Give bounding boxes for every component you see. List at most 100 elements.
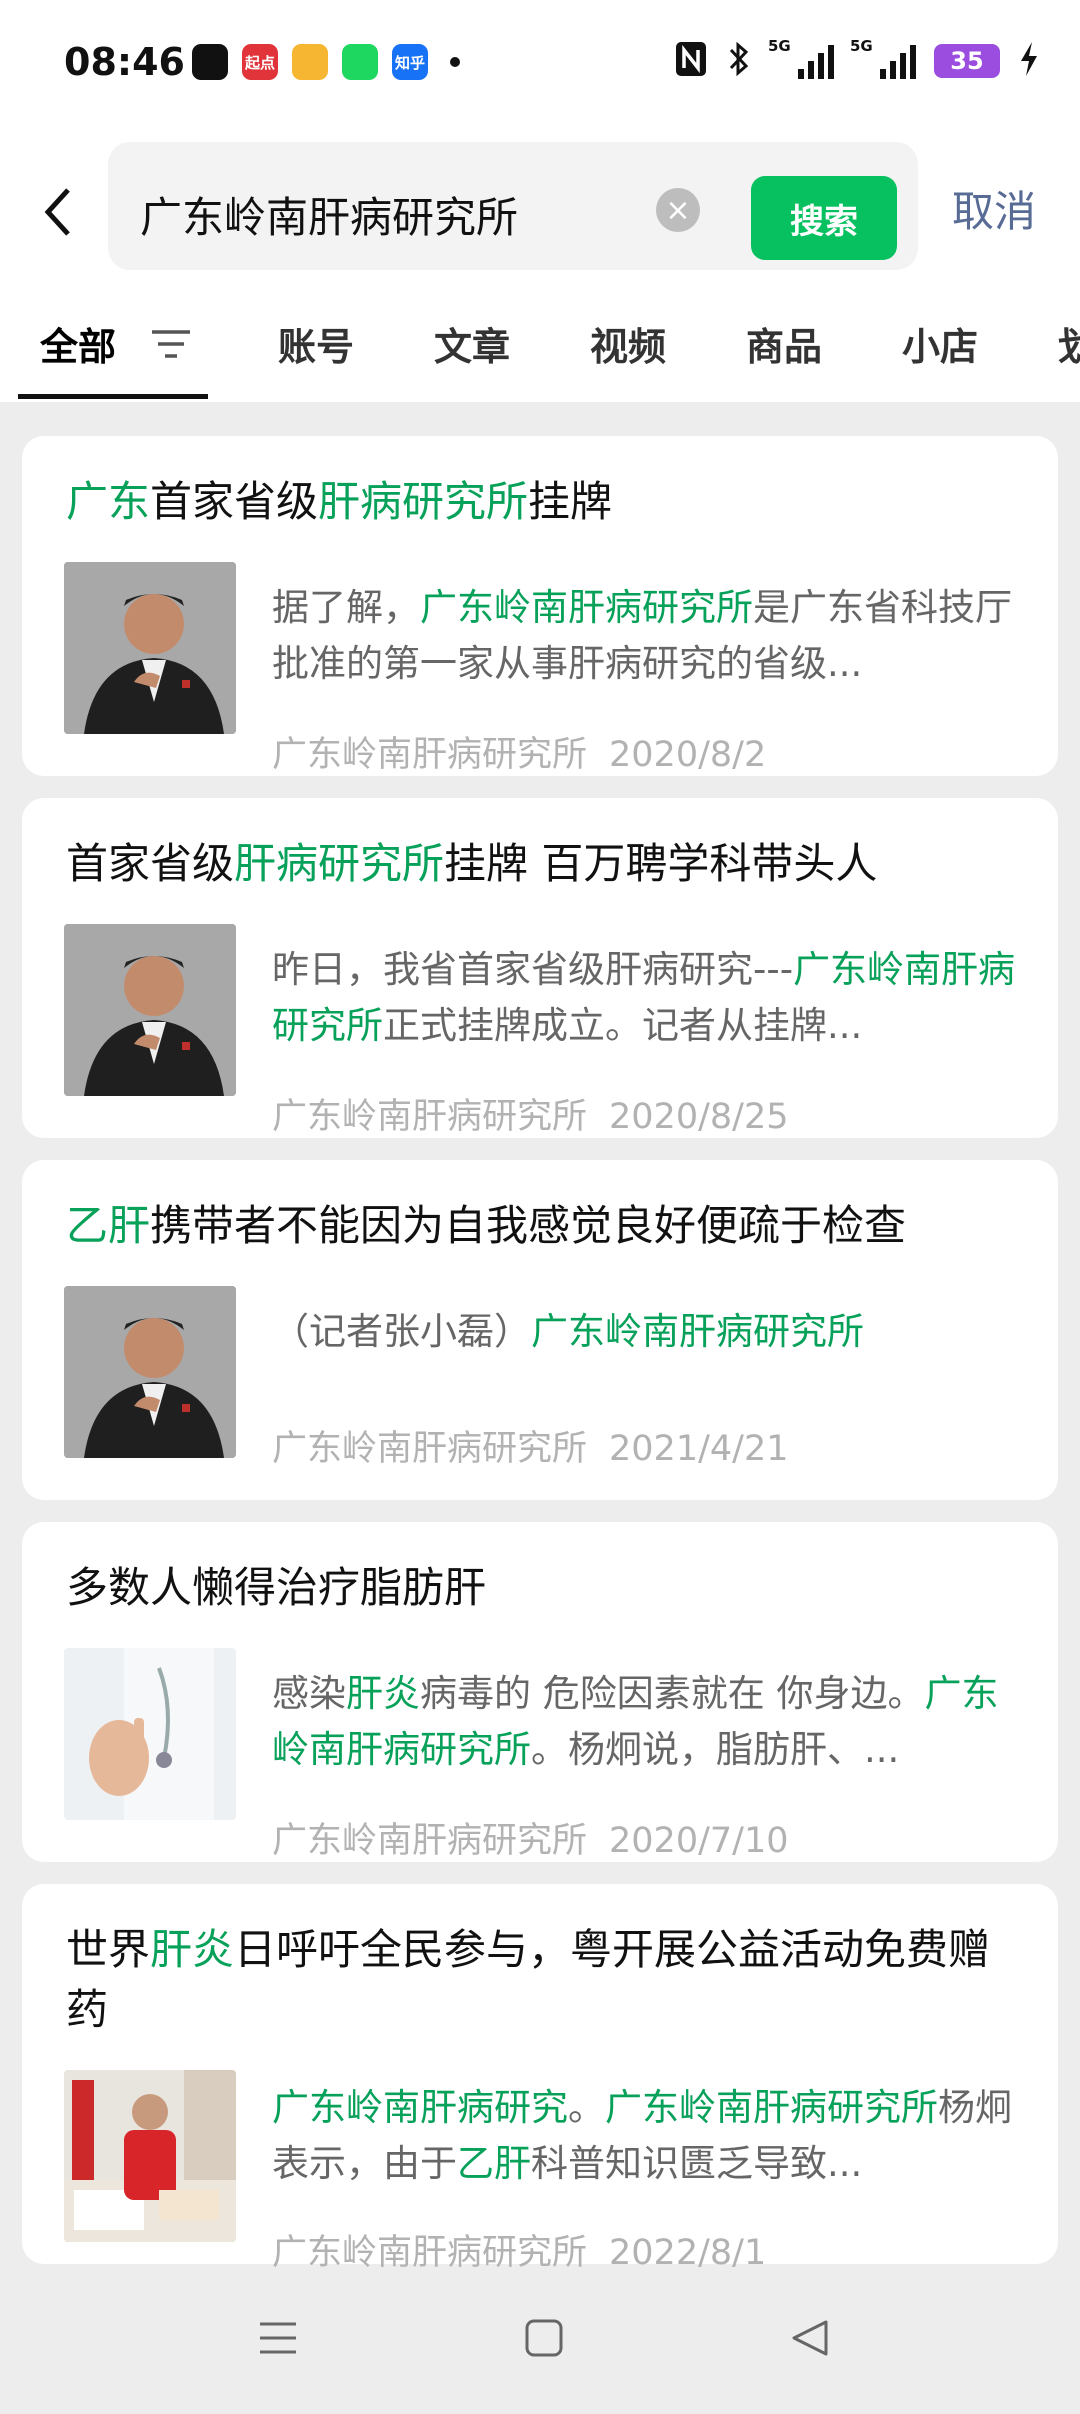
result-meta: 广东岭南肝病研究所 2020/8/25 [272,1088,788,1139]
text-segment: 世界 [66,1925,151,1974]
tab-accounts[interactable]: 账号 [278,316,354,371]
result-date: 2021/4/21 [609,1429,789,1469]
search-query[interactable]: 广东岭南肝病研究所 [140,184,518,245]
highlighted-keyword: 肝炎 [150,1925,235,1974]
result-meta: 广东岭南肝病研究所 2022/8/1 [272,2224,766,2275]
result-thumbnail[interactable] [64,1648,236,1820]
tab-shops[interactable]: 小店 [902,316,978,371]
text-segment: 昨日，我省首家省级肝病研究--- [272,948,794,991]
wechat-icon [192,44,228,80]
result-snippet: 广东岭南肝病研究。广东岭南肝病研究所杨炯表示，由于乙肝科普知识匮乏导致... [272,2080,1032,2192]
result-snippet: 据了解，广东岭南肝病研究所是广东省科技厅批准的第一家从事肝病研究的省级... [272,580,1032,692]
result-snippet: 昨日，我省首家省级肝病研究---广东岭南肝病研究所正式挂牌成立。记者从挂牌... [272,942,1032,1054]
cancel-button[interactable]: 取消 [952,178,1036,239]
highlighted-keyword: 乙肝 [457,2142,531,2185]
weibo-icon [292,44,328,80]
status-time: 08:46 [64,40,185,84]
result-tabs: 全部 账号 文章 视频 商品 小店 划 [0,290,1080,402]
clear-icon[interactable]: × [656,188,700,232]
result-card[interactable]: 世界肝炎日呼吁全民参与，粤开展公益活动免费赠药 广东岭南肝病研究。广东岭南肝病研究… [22,1884,1058,2273]
text-segment: 挂牌 百万聘学科带头人 [444,839,878,888]
result-source: 广东岭南肝病研究所 [272,1097,588,1137]
system-nav-bar [0,2278,1080,2414]
text-segment: 感染 [272,1672,346,1715]
highlighted-keyword: 广东岭南肝病研究所 [605,2086,938,2129]
more-notifications-icon [450,57,460,67]
search-input[interactable]: 广东岭南肝病研究所 × 搜索 [108,142,918,270]
battery-icon: 35 [934,44,1000,78]
nfc-icon [674,40,708,82]
text-segment: 。 [568,2086,605,2129]
result-thumbnail[interactable] [64,924,236,1096]
result-source: 广东岭南肝病研究所 [272,1821,588,1861]
result-thumbnail[interactable] [64,1286,236,1458]
notification-icons: 起点 知乎 [192,44,460,80]
result-source: 广东岭南肝病研究所 [272,2233,588,2273]
highlighted-keyword: 肝病研究所 [234,839,445,888]
result-card[interactable]: 乙肝携带者不能因为自我感觉良好便疏于检查 （记者张小磊）广东岭南肝病研究所 广东岭南… [22,1160,1058,1500]
status-bar: 08:46 起点 知乎 5G 5G 35 [0,0,1080,130]
back-nav-icon[interactable] [790,2318,830,2358]
highlighted-keyword: 广东 [66,477,151,526]
result-snippet: 感染肝炎病毒的 危险因素就在 你身边。广东岭南肝病研究所。杨炯说，脂肪肝、... [272,1666,1032,1778]
qidian-icon: 起点 [242,44,278,80]
result-card[interactable]: 广东首家省级肝病研究所挂牌据了解，广东岭南肝病研究所是广东省科技厅批准的第一家从… [22,436,1058,776]
spotify-icon [342,44,378,80]
result-source: 广东岭南肝病研究所 [272,1429,588,1469]
result-meta: 广东岭南肝病研究所 2020/7/10 [272,1812,788,1863]
text-segment: 。杨炯说，脂肪肝、... [531,1728,900,1771]
active-tab-indicator [18,394,208,399]
result-date: 2022/8/1 [609,2233,767,2273]
result-title[interactable]: 乙肝携带者不能因为自我感觉良好便疏于检查 [66,1196,1026,1256]
text-segment: 多数人懒得治疗脂肪肝 [66,1563,487,1612]
menu-icon[interactable] [258,2318,298,2358]
search-header: 广东岭南肝病研究所 × 搜索 取消 [0,130,1080,290]
highlighted-keyword: 肝病研究所 [318,477,529,526]
signal-icon: 5G [768,37,834,79]
tab-more[interactable]: 划 [1058,316,1080,371]
result-date: 2020/7/10 [609,1821,789,1861]
result-meta: 广东岭南肝病研究所 2021/4/21 [272,1420,788,1471]
result-title[interactable]: 广东首家省级肝病研究所挂牌 [66,472,1026,532]
bluetooth-icon [726,40,752,82]
text-segment: 科普知识匮乏导致... [531,2142,863,2185]
tab-products[interactable]: 商品 [746,316,822,371]
result-source: 广东岭南肝病研究所 [272,735,588,775]
highlighted-keyword: 广东岭南肝病研究所 [531,1310,864,1353]
text-segment: 病毒的 危险因素就在 你身边。 [420,1672,925,1715]
text-segment: 携带者不能因为自我感觉良好便疏于检查 [150,1201,907,1250]
result-snippet: （记者张小磊）广东岭南肝病研究所 [272,1304,1032,1360]
result-title[interactable]: 世界肝炎日呼吁全民参与，粤开展公益活动免费赠药 [66,1920,1026,2040]
zhihu-icon: 知乎 [392,44,428,80]
highlighted-keyword: 广东岭南肝病研究 [272,2086,568,2129]
highlighted-keyword: 乙肝 [66,1201,151,1250]
filter-icon[interactable] [150,328,192,360]
result-thumbnail[interactable] [64,2070,236,2242]
text-segment: 正式挂牌成立。记者从挂牌... [383,1004,863,1047]
text-segment: 据了解， [272,586,420,629]
highlighted-keyword: 广东岭南肝病研究所 [420,586,753,629]
charging-icon [1018,40,1040,82]
result-date: 2020/8/25 [609,1097,789,1137]
tab-videos[interactable]: 视频 [590,316,666,371]
text-segment: （记者张小磊） [272,1310,531,1353]
system-icons: 5G 5G 35 [674,37,1040,82]
result-card[interactable]: 多数人懒得治疗脂肪肝 感染肝炎病毒的 危险因素就在 你身边。广东岭南肝病研究所。杨… [22,1522,1058,1862]
result-title[interactable]: 首家省级肝病研究所挂牌 百万聘学科带头人 [66,834,1026,894]
result-title[interactable]: 多数人懒得治疗脂肪肝 [66,1558,1026,1618]
result-card[interactable]: 首家省级肝病研究所挂牌 百万聘学科带头人 昨日，我省首家省级肝病研究---广东岭南… [22,798,1058,1138]
text-segment: 挂牌 [528,477,613,526]
text-segment: 首家省级 [66,839,235,888]
search-button[interactable]: 搜索 [751,176,897,260]
tab-all[interactable]: 全部 [40,316,116,371]
result-meta: 广东岭南肝病研究所 2020/8/2 [272,726,766,777]
highlighted-keyword: 肝炎 [346,1672,420,1715]
back-button[interactable] [36,182,82,242]
home-icon[interactable] [524,2318,564,2358]
result-thumbnail[interactable] [64,562,236,734]
chevron-left-icon [44,188,70,236]
signal-icon: 5G [850,37,916,79]
text-segment: 首家省级 [150,477,319,526]
result-date: 2020/8/2 [609,735,767,775]
tab-articles[interactable]: 文章 [434,316,510,371]
